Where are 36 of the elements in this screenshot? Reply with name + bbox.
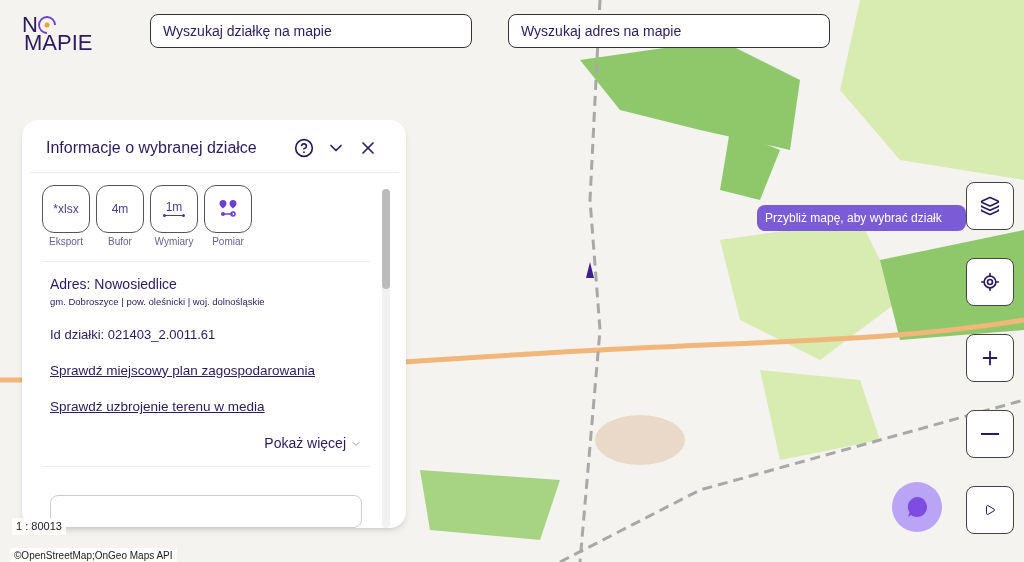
tooltip: Przybliż mapę, aby wybrać działk [757,205,966,231]
zoom-out-button[interactable] [966,410,1014,458]
layers-icon [980,196,1000,216]
pins-icon [218,199,238,219]
layers-button[interactable] [966,182,1014,230]
search-field[interactable]: Wyszukaj działkę na mapie [150,14,472,48]
link[interactable]: Sprawdź miejscowy plan zagospodarowania [50,360,362,381]
scrollbar[interactable] [382,189,390,528]
logo-pin-icon [37,16,56,34]
region-text: gm. Dobroszyce | pow. oleśnicki | woj. dolnośląskie [50,295,266,309]
scale-text: 1 : 80013 [12,518,66,535]
dimension-line-icon [163,212,185,218]
tool-label: Eksport [49,235,83,249]
address-text: Adres: Nowosiedlice [50,275,178,294]
locate-button[interactable] [966,258,1014,306]
link[interactable]: Sprawdź uzbrojenie terenu w media [50,397,362,418]
chat-bubble-icon [905,495,929,519]
locate-icon [980,272,1000,292]
tool-button[interactable]: 1m [150,185,198,233]
minus-icon [981,433,999,435]
play-icon [984,504,996,516]
panel-title: Informacje o wybranej działce [46,138,257,158]
tool-label: Bufor [108,235,132,249]
parcel-id-text: Id działki: 021403_2.0011.61 [50,326,217,345]
tool-button[interactable]: *xlsx [42,185,90,233]
tool-button[interactable] [204,185,252,233]
zoom-in-button[interactable] [966,334,1014,382]
attribution-text: ©OpenStreetMap;OnGeo Maps API [10,548,177,562]
parcel-shape[interactable] [586,262,594,278]
show-more-button[interactable]: Pokaż więcej [264,433,362,455]
tool-label: Wymiary [154,235,194,249]
search-field[interactable]: Wyszukaj adres na mapie [508,14,830,48]
play-button[interactable] [966,486,1014,534]
tool-label: Pomiar [212,235,244,249]
help-icon[interactable] [294,138,314,158]
tool-button[interactable]: 4m [96,185,144,233]
